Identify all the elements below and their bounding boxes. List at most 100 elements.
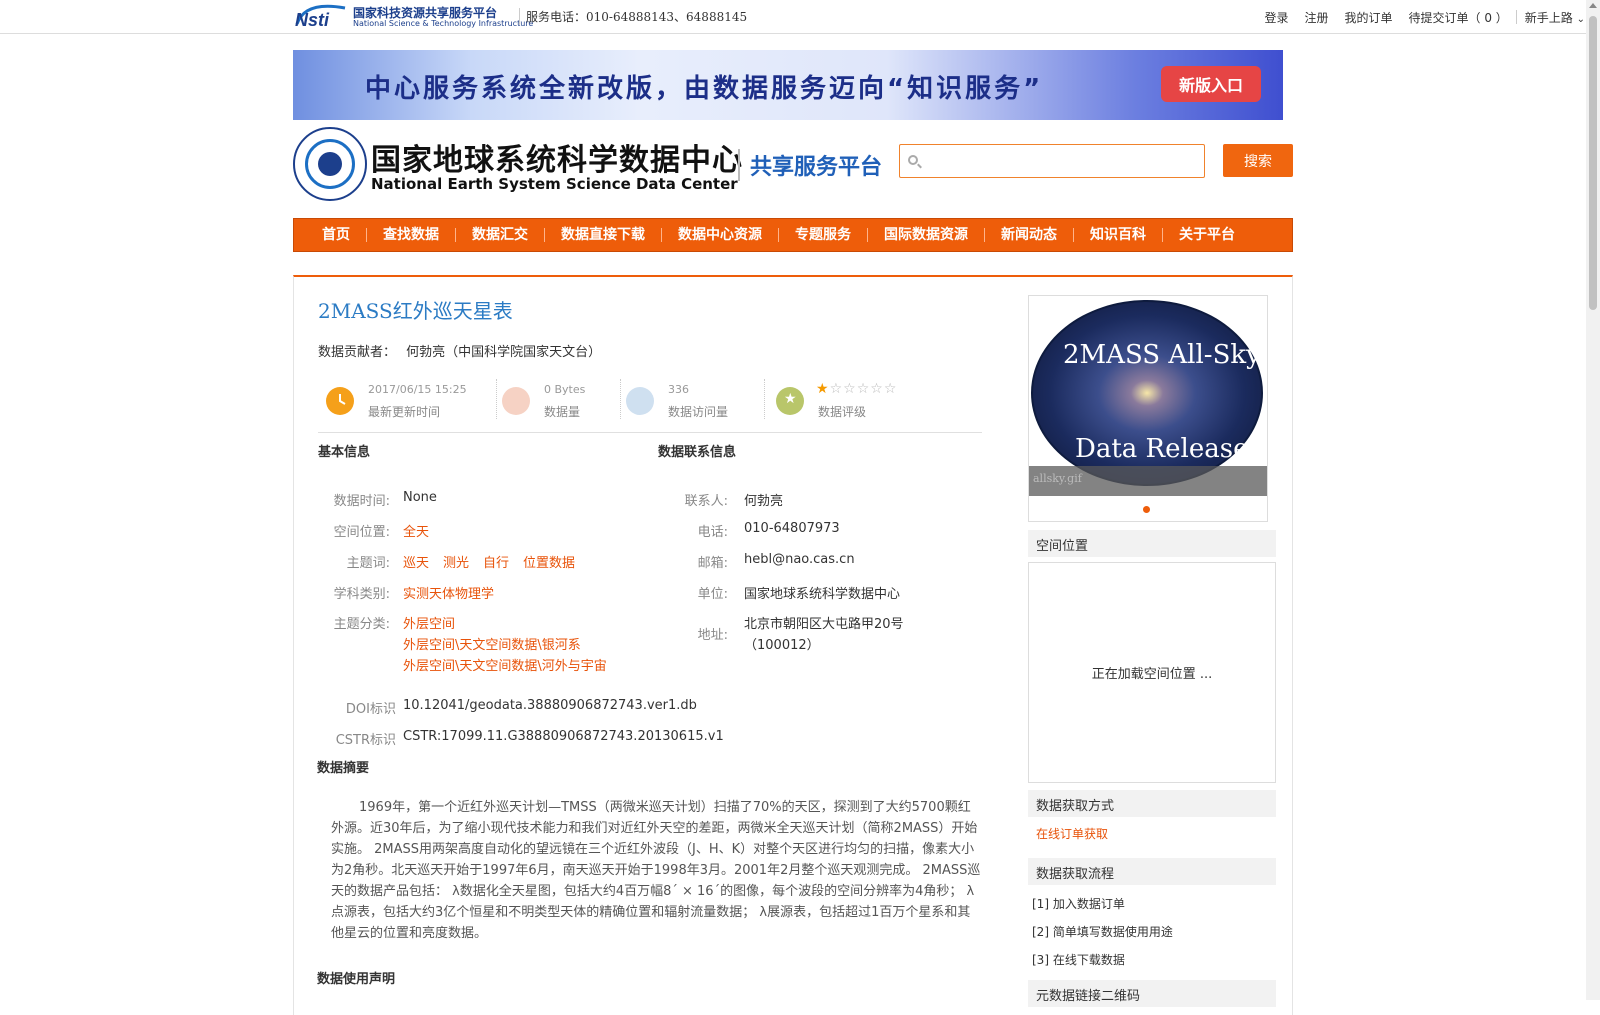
my-orders-link[interactable]: 我的订单 bbox=[1336, 9, 1400, 26]
banner-text: 中心服务系统全新改版，由数据服务迈向“知识服务” bbox=[365, 74, 1044, 104]
contact-person-label: 联系人: bbox=[684, 494, 728, 509]
access-heading: 数据获取方式 bbox=[1028, 790, 1276, 817]
contributor: 数据贡献者： 何勃亮（中国科学院国家天文台） bbox=[318, 341, 601, 360]
scroll-up-icon[interactable] bbox=[1589, 3, 1597, 8]
category-link[interactable]: 外层空间\天文空间数据\银河系 bbox=[403, 634, 581, 653]
qr-heading: 元数据链接二维码 bbox=[1028, 980, 1276, 1007]
abstract-text: 1969年，第一个近红外巡天计划—TMSS（两微米巡天计划）扫描了70%的天区，… bbox=[331, 800, 981, 941]
search-input[interactable] bbox=[926, 149, 1196, 173]
pending-orders-link[interactable]: 待提交订单（ 0 ） bbox=[1401, 9, 1516, 26]
pointer-icon bbox=[626, 387, 654, 415]
svg-text:Nsti: Nsti bbox=[295, 10, 330, 30]
data-time-label: 数据时间: bbox=[333, 494, 390, 509]
stat-update-time-label: 最新更新时间 bbox=[368, 405, 441, 419]
star-empty-icon: ☆ bbox=[883, 381, 898, 397]
stat-data-size-value: 0 Bytes bbox=[544, 383, 586, 396]
nsti-logo[interactable]: Nsti 国家科技资源共享服务平台 National Science & Tec… bbox=[293, 2, 533, 30]
star-filled-icon: ★ bbox=[816, 381, 830, 397]
galaxy-image[interactable]: 2MASS All-Sky Data Release bbox=[1031, 300, 1263, 486]
stat-visits-label: 数据访问量 bbox=[668, 405, 729, 419]
nav-find-data[interactable]: 查找数据 bbox=[367, 228, 456, 242]
address-line-2: （100012） bbox=[744, 638, 820, 653]
keywords-label: 主题词: bbox=[346, 556, 390, 571]
nav-topic-services[interactable]: 专题服务 bbox=[779, 228, 868, 242]
nav-home[interactable]: 首页 bbox=[306, 228, 367, 242]
search-button[interactable]: 搜索 bbox=[1223, 144, 1293, 177]
search-box[interactable] bbox=[899, 144, 1205, 178]
stat-data-size: 0 Bytes 数据量 bbox=[494, 377, 614, 425]
new-version-button[interactable]: 新版入口 bbox=[1161, 66, 1261, 102]
keyword-link[interactable]: 位置数据 bbox=[523, 556, 575, 571]
unit-label: 单位: bbox=[697, 587, 728, 602]
discipline-label: 学科类别: bbox=[333, 587, 390, 602]
usage-heading: 数据使用声明 bbox=[317, 972, 396, 987]
stat-visits-value: 336 bbox=[668, 383, 689, 396]
email-value[interactable]: hebl@nao.cas.cn bbox=[744, 552, 855, 567]
keyword-link[interactable]: 自行 bbox=[483, 556, 509, 571]
online-order-link[interactable]: 在线订单获取 bbox=[1036, 825, 1108, 842]
nsti-logo-icon: Nsti bbox=[295, 4, 346, 30]
phone-label: 电话: bbox=[697, 525, 728, 540]
page-title: 2MASS红外巡天星表 bbox=[318, 299, 513, 323]
scrollbar-thumb[interactable] bbox=[1589, 16, 1597, 310]
keyword-link[interactable]: 测光 bbox=[443, 556, 469, 571]
stat-rating-label: 数据评级 bbox=[818, 405, 867, 419]
image-title-line-1: 2MASS All-Sky bbox=[1063, 340, 1261, 370]
basic-info-heading: 基本信息 bbox=[318, 445, 371, 460]
image-caption: allsky.gif bbox=[1029, 466, 1267, 496]
nav-knowledge[interactable]: 知识百科 bbox=[1074, 228, 1163, 242]
nav-about[interactable]: 关于平台 bbox=[1163, 228, 1251, 242]
abstract-heading: 数据摘要 bbox=[317, 761, 370, 776]
nav-international-resources[interactable]: 国际数据资源 bbox=[868, 228, 985, 242]
star-badge-glyph: ★ bbox=[784, 391, 797, 407]
map-loading-text: 正在加载空间位置 ... bbox=[1091, 667, 1213, 682]
spatial-heading: 空间位置 bbox=[1028, 530, 1276, 557]
service-hotline: 服务电话：010-64888143、64888145 bbox=[519, 8, 747, 25]
top-links: 登录 注册 我的订单 待提交订单（ 0 ） 新手上路 ⌄ bbox=[1256, 9, 1593, 26]
stat-update-time-value: 2017/06/15 15:25 bbox=[368, 383, 467, 396]
discipline-link[interactable]: 实测天体物理学 bbox=[403, 583, 494, 602]
phone-value: 010-64807973 bbox=[744, 521, 840, 536]
stat-update-time: 2017/06/15 15:25 最新更新时间 bbox=[318, 377, 488, 425]
carousel-dot[interactable] bbox=[1143, 506, 1150, 513]
flow-step: [2] 简单填写数据使用用途 bbox=[1032, 925, 1173, 939]
nav-data-submission[interactable]: 数据汇交 bbox=[456, 228, 545, 242]
main-nav: 首页 查找数据 数据汇交 数据直接下载 数据中心资源 专题服务 国际数据资源 新… bbox=[293, 218, 1293, 252]
data-center-seal-icon[interactable] bbox=[293, 127, 367, 201]
spatial-map[interactable]: 正在加载空间位置 ... bbox=[1028, 562, 1276, 783]
keywords-list: 巡天 测光 自行 位置数据 bbox=[403, 552, 589, 571]
nav-news[interactable]: 新闻动态 bbox=[985, 228, 1074, 242]
contributor-label: 数据贡献者： bbox=[318, 345, 397, 360]
address-line-1: 北京市朝阳区大屯路甲20号 bbox=[744, 617, 904, 632]
nav-direct-download[interactable]: 数据直接下载 bbox=[545, 228, 662, 242]
site-header: 国家地球系统科学数据中心 National Earth System Scien… bbox=[293, 125, 1293, 205]
data-time-value: None bbox=[403, 490, 437, 505]
doi-label: DOI标识 bbox=[345, 702, 396, 717]
platform-name: 共享服务平台 bbox=[738, 149, 882, 181]
category-link[interactable]: 外层空间\天文空间数据\河外与宇宙 bbox=[403, 655, 607, 674]
keyword-link[interactable]: 巡天 bbox=[403, 556, 429, 571]
top-bar: Nsti 国家科技资源共享服务平台 National Science & Tec… bbox=[0, 0, 1586, 34]
category-link[interactable]: 外层空间 bbox=[403, 613, 455, 632]
database-icon bbox=[502, 387, 530, 415]
nav-center-resources[interactable]: 数据中心资源 bbox=[662, 228, 779, 242]
dataset-image-carousel[interactable]: 2MASS All-Sky Data Release allsky.gif bbox=[1028, 295, 1268, 522]
stat-data-size-label: 数据量 bbox=[544, 405, 581, 419]
search-icon bbox=[908, 155, 918, 165]
dataset-stats: 2017/06/15 15:25 最新更新时间 0 Bytes 数据量 336 … bbox=[318, 377, 982, 433]
image-title-line-2: Data Release bbox=[1075, 434, 1249, 464]
login-link[interactable]: 登录 bbox=[1256, 9, 1296, 26]
rating-stars: ★☆☆☆☆☆ bbox=[816, 381, 897, 397]
unit-value: 国家地球系统科学数据中心 bbox=[744, 587, 901, 602]
register-link[interactable]: 注册 bbox=[1296, 9, 1336, 26]
beginner-guide-dropdown[interactable]: 新手上路 ⌄ bbox=[1517, 9, 1593, 26]
spatial-value-link[interactable]: 全天 bbox=[403, 521, 429, 540]
contact-info-heading: 数据联系信息 bbox=[658, 445, 737, 460]
announcement-banner[interactable]: 中心服务系统全新改版，由数据服务迈向“知识服务” 新版入口 bbox=[293, 50, 1283, 120]
seal-core bbox=[318, 152, 342, 176]
org-name-en: National Earth System Science Data Cente… bbox=[371, 175, 738, 193]
flow-step: [3] 在线下载数据 bbox=[1032, 953, 1125, 967]
page-scrollbar[interactable] bbox=[1586, 0, 1600, 1000]
email-label: 邮箱: bbox=[697, 556, 728, 571]
doi-value: 10.12041/geodata.38880906872743.ver1.db bbox=[403, 698, 697, 713]
